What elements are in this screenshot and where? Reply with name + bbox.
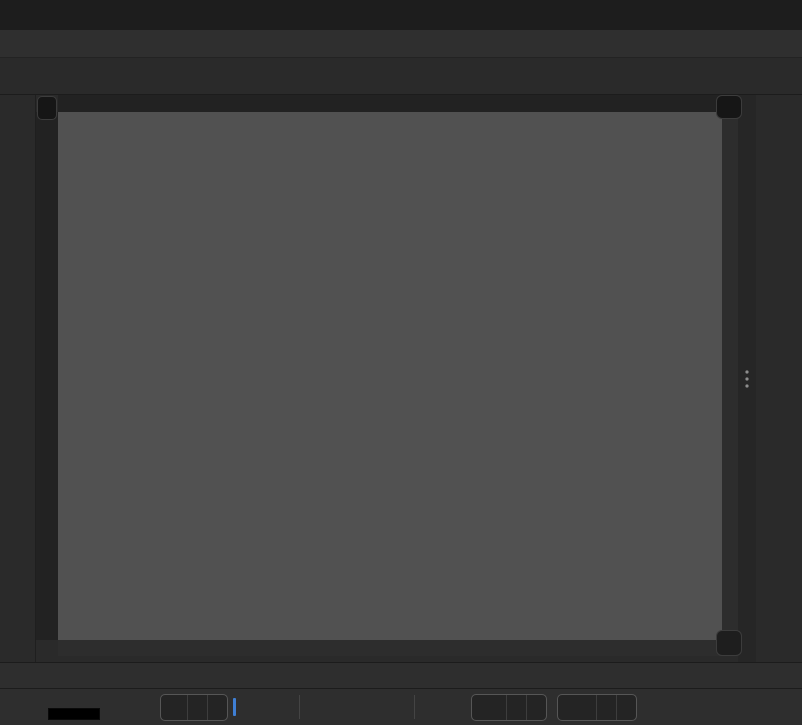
panel-grip-icon[interactable] xyxy=(743,368,751,390)
menubar xyxy=(0,30,802,58)
layer-lock-button[interactable] xyxy=(274,697,294,717)
zoom-spinbox[interactable] xyxy=(471,694,547,721)
horizontal-ruler[interactable] xyxy=(58,95,722,112)
statusbar-separator xyxy=(299,695,300,719)
panel-gutter xyxy=(738,95,756,662)
layer-indicator[interactable] xyxy=(233,697,294,717)
zoom-decrease-button[interactable] xyxy=(506,695,526,720)
opacity-decrease-button[interactable] xyxy=(187,695,207,720)
opacity-spinbox[interactable] xyxy=(160,694,228,721)
stroke-swatch[interactable] xyxy=(48,708,100,720)
rotation-increase-button[interactable] xyxy=(616,695,636,720)
canvas[interactable] xyxy=(58,112,722,640)
lock-guides-button[interactable] xyxy=(37,96,57,120)
zoom-1-1-button[interactable] xyxy=(716,95,742,119)
statusbar xyxy=(0,688,802,725)
node-tool-controls-bar xyxy=(0,58,802,95)
color-managed-view-button[interactable] xyxy=(716,630,742,656)
opacity-increase-button[interactable] xyxy=(207,695,227,720)
palette-row xyxy=(0,662,802,688)
rotation-spinbox[interactable] xyxy=(557,694,637,721)
commands-bar xyxy=(756,95,802,662)
statusbar-separator xyxy=(414,695,415,719)
layer-color-indicator xyxy=(233,698,236,716)
layer-visibility-button[interactable] xyxy=(248,697,268,717)
palette-nav xyxy=(712,663,718,688)
rotation-decrease-button[interactable] xyxy=(596,695,616,720)
main-area xyxy=(0,95,802,662)
horizontal-scrollbar[interactable] xyxy=(58,640,722,656)
titlebar xyxy=(0,0,802,30)
color-palette xyxy=(0,663,712,688)
zoom-increase-button[interactable] xyxy=(526,695,546,720)
vertical-scrollbar[interactable] xyxy=(722,112,738,640)
vertical-ruler[interactable] xyxy=(36,112,58,640)
toolbox xyxy=(0,95,36,662)
fill-stroke-indicator[interactable] xyxy=(4,694,150,721)
